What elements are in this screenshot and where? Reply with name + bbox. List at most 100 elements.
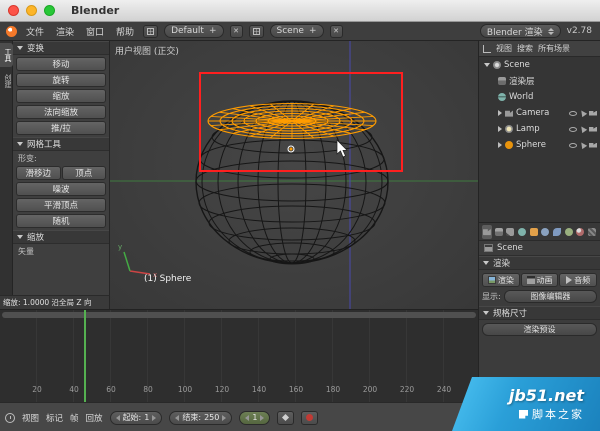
selectable-icon[interactable]	[578, 124, 588, 134]
scale-button[interactable]: 缩放	[16, 89, 106, 103]
add-scene-icon[interactable]: +	[309, 26, 317, 36]
menu-render[interactable]: 渲染	[53, 24, 77, 39]
auto-record-button[interactable]	[301, 410, 319, 425]
operator-panel-header[interactable]: 缩放	[13, 230, 109, 244]
render-engine-selector[interactable]: Blender 渲染	[479, 24, 561, 38]
tab-scene-icon[interactable]	[505, 225, 515, 239]
decrement-arrow-icon[interactable]	[245, 414, 250, 421]
renderable-icon[interactable]	[589, 142, 597, 148]
dimensions-panel-header[interactable]: 规格尺寸	[479, 306, 600, 320]
timeline-menu-marker[interactable]: 标记	[46, 412, 63, 424]
render-panel-header[interactable]: 渲染	[479, 256, 600, 270]
translate-button[interactable]: 移动	[16, 57, 106, 71]
selectable-icon[interactable]	[578, 108, 588, 118]
end-frame-field[interactable]: 结束: 250	[169, 410, 233, 425]
menu-window[interactable]: 窗口	[83, 24, 107, 39]
outliner-row-world[interactable]: World	[479, 89, 600, 105]
disclosure-triangle-icon[interactable]	[498, 142, 502, 148]
renderable-icon[interactable]	[589, 110, 597, 116]
tab-render-icon[interactable]	[482, 224, 492, 239]
timeline-frame-area[interactable]: 20 40 60 80 100 120 140 160 180 200 220 …	[0, 310, 478, 402]
screen-layout-icon-button[interactable]	[143, 24, 159, 38]
current-frame-indicator[interactable]	[84, 310, 86, 402]
tab-constraints-icon[interactable]	[541, 225, 551, 239]
randomize-button[interactable]: 随机	[16, 214, 106, 228]
outliner-item-label: Scene	[504, 60, 530, 70]
menu-file[interactable]: 文件	[23, 24, 47, 39]
delete-scene-button[interactable]: ✕	[329, 24, 343, 38]
mesh-tools-panel-header[interactable]: 网格工具	[13, 137, 109, 151]
frame-tick-label: 180	[325, 385, 341, 394]
disclosure-triangle-icon[interactable]	[498, 126, 502, 132]
tab-material-icon[interactable]	[576, 225, 586, 239]
display-mode-dropdown[interactable]: 图像编辑器	[503, 290, 597, 303]
outliner-menu-search[interactable]: 搜索	[517, 43, 533, 54]
timeline-menu-frame[interactable]: 帧	[70, 412, 79, 424]
eye-icon[interactable]	[569, 110, 577, 116]
image-icon	[487, 276, 496, 284]
outliner-row-scene[interactable]: Scene	[479, 57, 600, 73]
increment-arrow-icon[interactable]	[222, 414, 227, 421]
timeline-menu-playback[interactable]: 回放	[86, 412, 103, 424]
outliner-menu-view[interactable]: 视图	[496, 43, 512, 54]
selectable-icon[interactable]	[578, 140, 588, 150]
viewport-canvas[interactable]: xy	[110, 41, 478, 309]
minimize-window-button[interactable]	[26, 5, 37, 16]
outliner-row-lamp[interactable]: Lamp	[479, 121, 600, 137]
delete-layout-button[interactable]: ✕	[229, 24, 243, 38]
noise-button[interactable]: 噪波	[16, 182, 106, 196]
render-button[interactable]: 渲染	[482, 273, 520, 287]
tab-renderlayers-icon[interactable]	[494, 225, 504, 239]
outliner-row-sphere[interactable]: Sphere	[479, 137, 600, 153]
animation-button[interactable]: 动画	[520, 273, 559, 287]
tab-tools[interactable]: 工具	[0, 43, 13, 67]
decrement-arrow-icon[interactable]	[115, 414, 120, 421]
transform-panel-header[interactable]: 变换	[13, 41, 109, 55]
start-frame-field[interactable]: 起始: 1	[109, 410, 163, 425]
tab-world-icon[interactable]	[517, 225, 527, 239]
audio-button[interactable]: 音频	[559, 273, 598, 287]
scene-selector[interactable]: Scene +	[269, 24, 324, 38]
properties-tabs	[479, 223, 600, 241]
disclosure-triangle-icon[interactable]	[484, 63, 490, 67]
disclosure-triangle-icon[interactable]	[498, 110, 502, 116]
shrink-fatten-button[interactable]: 法向缩放	[16, 105, 106, 119]
clock-icon[interactable]	[5, 412, 15, 423]
keyframe-button[interactable]	[277, 410, 295, 425]
tab-texture-icon[interactable]	[587, 225, 597, 239]
eye-icon[interactable]	[569, 142, 577, 148]
renderable-icon[interactable]	[589, 126, 597, 132]
watermark: jb51.net 脚本之家	[452, 377, 600, 431]
blender-logo-icon[interactable]	[6, 25, 17, 37]
zoom-window-button[interactable]	[44, 5, 55, 16]
close-window-button[interactable]	[8, 5, 19, 16]
tab-object-icon[interactable]	[529, 225, 539, 239]
increment-arrow-icon[interactable]	[260, 414, 265, 421]
scene-icon-button[interactable]	[248, 24, 264, 38]
tab-create[interactable]: 创建	[0, 69, 13, 93]
current-frame-field[interactable]: 1	[239, 410, 271, 425]
tab-data-icon[interactable]	[564, 225, 574, 239]
timeline-scrollbar[interactable]	[2, 312, 476, 318]
increment-arrow-icon[interactable]	[152, 414, 157, 421]
eye-icon[interactable]	[569, 126, 577, 132]
frame-tick-label: 60	[106, 385, 116, 394]
outliner-display-mode[interactable]: 所有场景	[538, 43, 570, 54]
vertex-slide-button[interactable]: 顶点	[61, 166, 106, 180]
edge-slide-button[interactable]: 滑移边	[16, 166, 61, 180]
smooth-vertex-button[interactable]: 平滑顶点	[16, 198, 106, 212]
viewport-3d[interactable]: 用户视图 (正交) xy (1) Sphere	[110, 41, 478, 309]
tab-modifiers-icon[interactable]	[552, 225, 562, 239]
clapperboard-icon	[526, 276, 535, 284]
menu-help[interactable]: 帮助	[113, 24, 137, 39]
outliner-row-renderlayers[interactable]: 渲染层	[479, 73, 600, 89]
rotate-button[interactable]: 旋转	[16, 73, 106, 87]
screen-layout-selector[interactable]: Default +	[164, 24, 224, 38]
push-pull-button[interactable]: 推/拉	[16, 121, 106, 135]
outliner-editor-icon[interactable]	[483, 44, 491, 53]
outliner-row-camera[interactable]: Camera	[479, 105, 600, 121]
add-layout-icon[interactable]: +	[209, 26, 217, 36]
render-presets-dropdown[interactable]: 渲染预设	[482, 323, 597, 336]
timeline-menu-view[interactable]: 视图	[22, 412, 39, 424]
decrement-arrow-icon[interactable]	[175, 414, 180, 421]
